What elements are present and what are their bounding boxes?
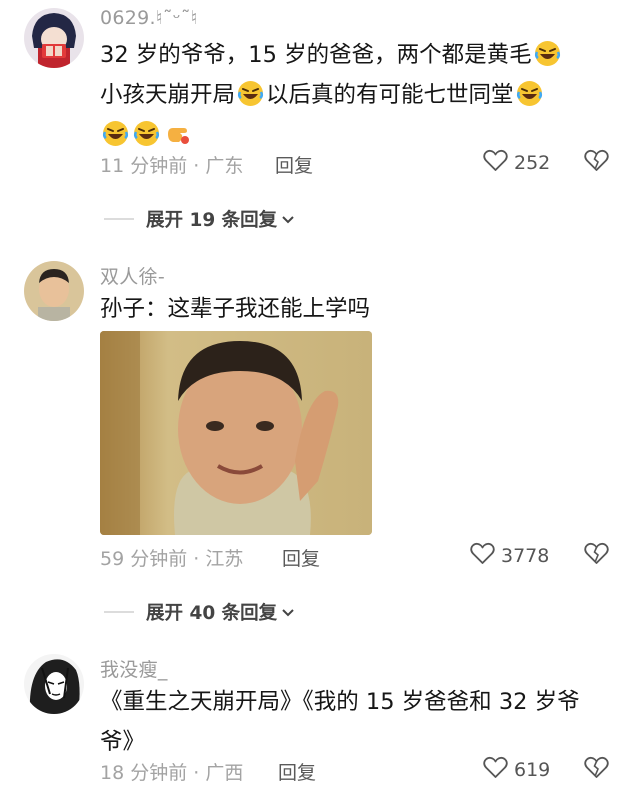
rolling-laughing-emoji-icon	[534, 40, 561, 67]
comment-username[interactable]: 双人徐-	[100, 262, 165, 289]
heart-outline-icon	[483, 756, 508, 784]
comment-text-line: 《重生之天崩开局》《我的 15 岁爸爸和 32 岁爷	[100, 689, 580, 715]
like-count: 3778	[501, 545, 550, 567]
reply-button[interactable]: 回复	[282, 544, 320, 571]
comment-username[interactable]: 0629.♮˜ᵕ˜♮	[100, 7, 198, 29]
expand-replies-label: 展开 19 条回复	[146, 210, 278, 231]
like-button[interactable]: 3778	[470, 542, 549, 570]
like-button[interactable]: 619	[483, 756, 550, 784]
broken-heart-icon	[584, 149, 609, 176]
rolling-laughing-emoji-icon	[133, 120, 160, 147]
broken-heart-icon	[584, 542, 609, 569]
comment-text-line: 小孩天崩开局	[100, 82, 236, 108]
comment-text-line: 32 岁的爷爷，15 岁的爸爸，两个都是黄毛	[100, 42, 532, 68]
avatar[interactable]	[24, 261, 84, 321]
divider	[104, 218, 134, 220]
comment-time-location: 11 分钟前 · 广东	[100, 155, 244, 177]
chevron-down-icon	[281, 602, 295, 623]
comment-text: 32 岁的爷爷，15 岁的爸爸，两个都是黄毛 小孩天崩开局 以后真的有可能七世同堂	[100, 35, 600, 155]
heart-outline-icon	[483, 149, 508, 177]
comment-time-location: 18 分钟前 · 广西	[100, 762, 244, 784]
comment-text: 《重生之天崩开局》《我的 15 岁爸爸和 32 岁爷 爷》	[100, 682, 615, 762]
pointing-hand-emoji-icon	[164, 120, 191, 147]
broken-heart-icon	[584, 756, 609, 783]
rolling-laughing-emoji-icon	[237, 80, 264, 107]
comment-time-location: 59 分钟前 · 江苏	[100, 548, 244, 570]
expand-replies-button[interactable]: 展开 40 条回复	[104, 599, 295, 625]
reply-button[interactable]: 回复	[275, 151, 313, 178]
comment-username[interactable]: 我没瘦_	[100, 655, 168, 682]
reply-button[interactable]: 回复	[278, 758, 316, 785]
heart-outline-icon	[470, 542, 495, 570]
rolling-laughing-emoji-icon	[102, 120, 129, 147]
divider	[104, 611, 134, 613]
salute-meme-image[interactable]	[100, 331, 372, 535]
rolling-laughing-emoji-icon	[516, 80, 543, 107]
expand-replies-label: 展开 40 条回复	[146, 603, 278, 624]
like-count: 252	[514, 152, 551, 174]
avatar[interactable]	[24, 654, 84, 714]
expand-replies-button[interactable]: 展开 19 条回复	[104, 206, 295, 232]
avatar[interactable]	[24, 8, 84, 68]
dislike-button[interactable]	[584, 149, 609, 176]
chevron-down-icon	[281, 209, 295, 230]
comment-text: 孙子：这辈子我还能上学吗	[100, 296, 371, 322]
comment-text-line: 以后真的有可能七世同堂	[266, 82, 514, 108]
dislike-button[interactable]	[584, 542, 609, 569]
like-button[interactable]: 252	[483, 149, 550, 177]
dislike-button[interactable]	[584, 756, 609, 783]
like-count: 619	[514, 759, 551, 781]
